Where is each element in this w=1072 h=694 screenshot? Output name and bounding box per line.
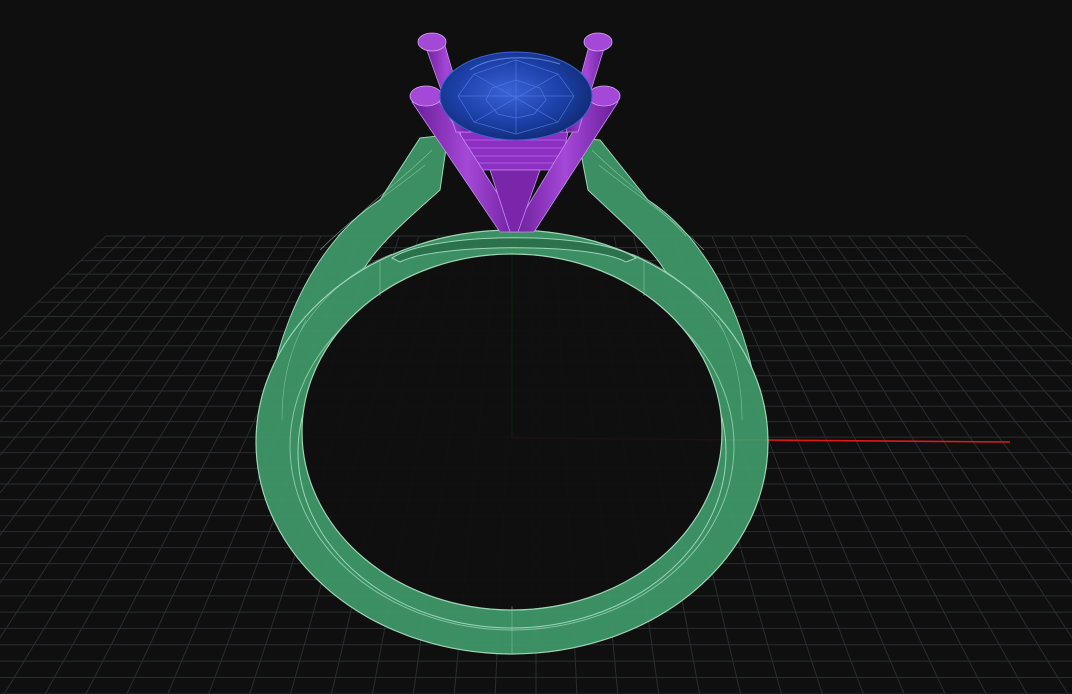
3d-viewport[interactable]: [0, 0, 1072, 694]
grid-line: [946, 235, 1072, 365]
grid-line: [0, 235, 224, 537]
grid-line: [789, 235, 1069, 694]
grid-line: [0, 235, 126, 365]
grid-line: [770, 235, 1028, 694]
grid-line: [848, 235, 1072, 537]
grid-line: [887, 235, 1072, 457]
ring-model[interactable]: [255, 32, 769, 655]
grid-line: [750, 235, 987, 694]
grid-line: [3, 235, 283, 694]
grid-line: [0, 235, 263, 639]
gemstone[interactable]: [439, 51, 593, 141]
grid-line: [809, 235, 1072, 639]
grid-line: [0, 235, 185, 457]
